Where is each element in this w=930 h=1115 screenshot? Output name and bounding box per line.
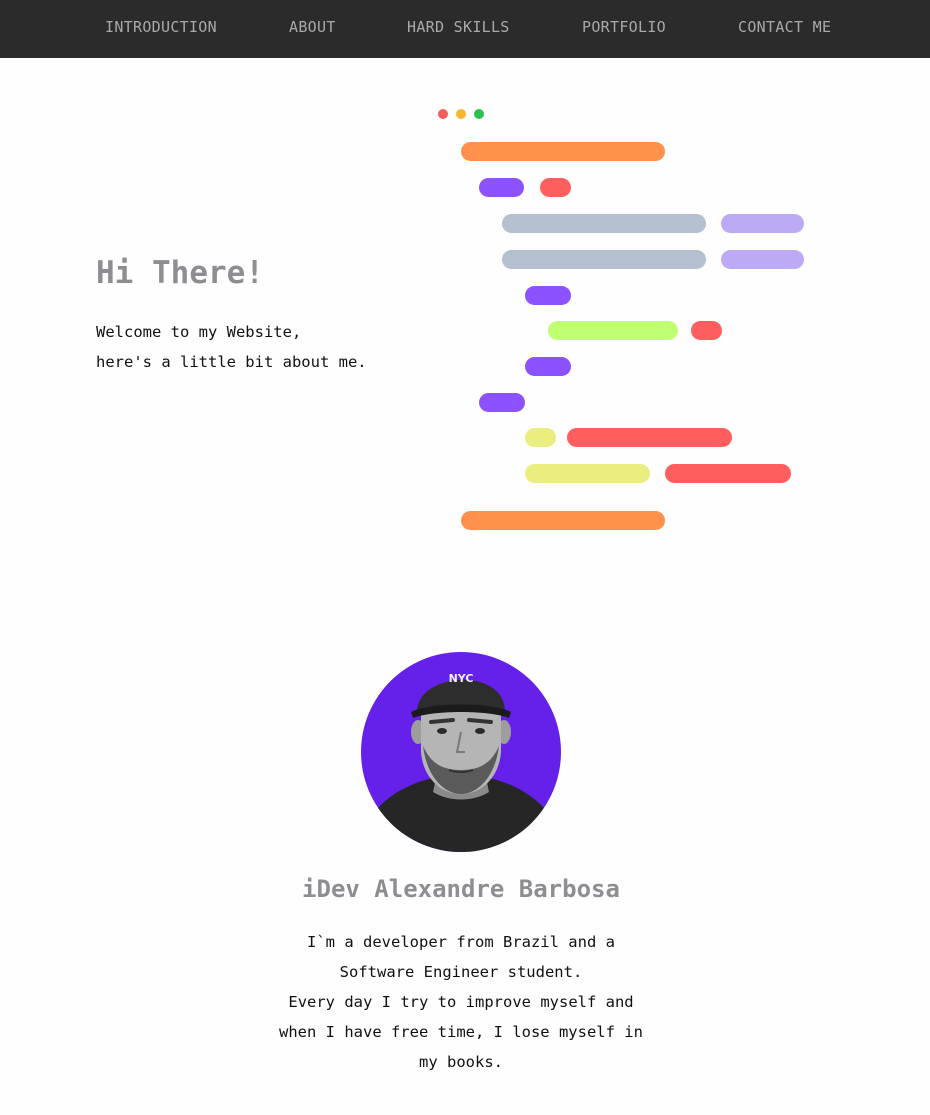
nav-hard-skills-link[interactable]: HARD SKILLS — [407, 18, 510, 36]
bio-line: my books. — [419, 1053, 503, 1071]
bio-line: when I have free time, I lose myself in — [279, 1023, 643, 1041]
bio-line: I`m a developer from Brazil and a — [307, 933, 615, 951]
bio-line: Every day I try to improve myself and — [288, 993, 634, 1011]
code-line-bar — [479, 178, 524, 197]
window-minimize-dot — [456, 109, 466, 119]
code-line-bar — [479, 393, 525, 412]
code-line-bar — [461, 142, 665, 161]
profile-avatar: NYC — [361, 652, 561, 852]
nav-introduction-link[interactable]: INTRODUCTION — [105, 18, 217, 36]
bio-line: Software Engineer student. — [339, 963, 583, 981]
code-line-bar — [540, 178, 571, 197]
profile-bio: I`m a developer from Brazil and a Softwa… — [261, 927, 661, 1077]
nav-portfolio-link[interactable]: PORTFOLIO — [582, 18, 666, 36]
top-navbar: INTRODUCTION ABOUT HARD SKILLS PORTFOLIO… — [0, 0, 930, 58]
window-maximize-dot — [474, 109, 484, 119]
window-close-dot — [438, 109, 448, 119]
code-line-bar — [567, 428, 732, 447]
cap-text: NYC — [449, 672, 474, 685]
hero-welcome-line: Welcome to my Website, — [96, 323, 302, 341]
code-line-bar — [721, 250, 804, 269]
code-line-bar — [721, 214, 804, 233]
code-line-bar — [691, 321, 722, 340]
nav-about-link[interactable]: ABOUT — [289, 18, 336, 36]
profile-photo: NYC — [361, 652, 561, 852]
hero-title: Hi There! — [96, 255, 264, 291]
code-line-bar — [525, 357, 571, 376]
code-line-bar — [525, 464, 650, 483]
code-line-bar — [461, 511, 665, 530]
hero-welcome-line: here's a little bit about me. — [96, 353, 367, 371]
code-line-bar — [525, 428, 556, 447]
code-line-bar — [525, 286, 571, 305]
code-line-bar — [502, 250, 706, 269]
code-line-bar — [502, 214, 706, 233]
profile-name: iDev Alexandre Barbosa — [302, 875, 620, 903]
code-line-bar — [548, 321, 678, 340]
hero-welcome-text: Welcome to my Website, here's a little b… — [96, 317, 367, 377]
nav-contact-me-link[interactable]: CONTACT ME — [738, 18, 831, 36]
code-line-bar — [665, 464, 791, 483]
